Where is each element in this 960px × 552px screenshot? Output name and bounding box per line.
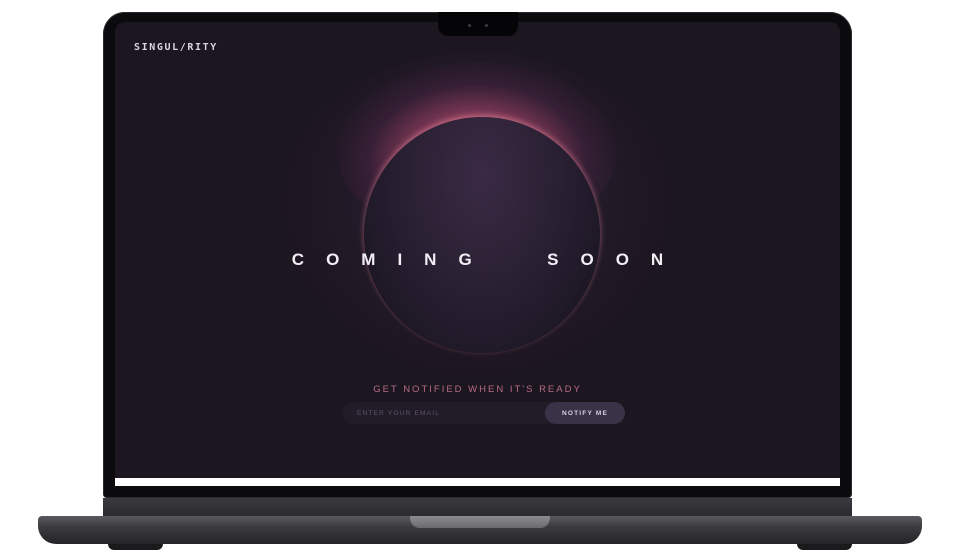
laptop-foot-left: [108, 544, 163, 550]
signup-form: NOTIFY ME: [343, 402, 633, 424]
coming-soon-heading: COMING SOON: [291, 250, 686, 269]
laptop-foot-right: [797, 544, 852, 550]
email-input[interactable]: [343, 402, 553, 424]
camera-notch: [438, 12, 518, 36]
trackpad-notch: [410, 516, 550, 528]
camera-dot-icon: [468, 24, 471, 27]
camera-dot-icon: [485, 24, 488, 27]
laptop-lid: SINGUL/RITY COMING SOON GET NOTIFIED WHE…: [103, 12, 852, 498]
laptop-base: [38, 516, 922, 544]
screen-bottom-edge: [115, 478, 840, 486]
site-logo[interactable]: SINGUL/RITY: [134, 42, 218, 53]
laptop-hinge: [103, 498, 852, 516]
notify-me-button[interactable]: NOTIFY ME: [545, 402, 625, 424]
screen: SINGUL/RITY COMING SOON GET NOTIFIED WHE…: [115, 22, 840, 486]
notify-label: GET NOTIFIED WHEN IT'S READY: [373, 384, 582, 395]
eclipse-planet: [364, 117, 600, 353]
